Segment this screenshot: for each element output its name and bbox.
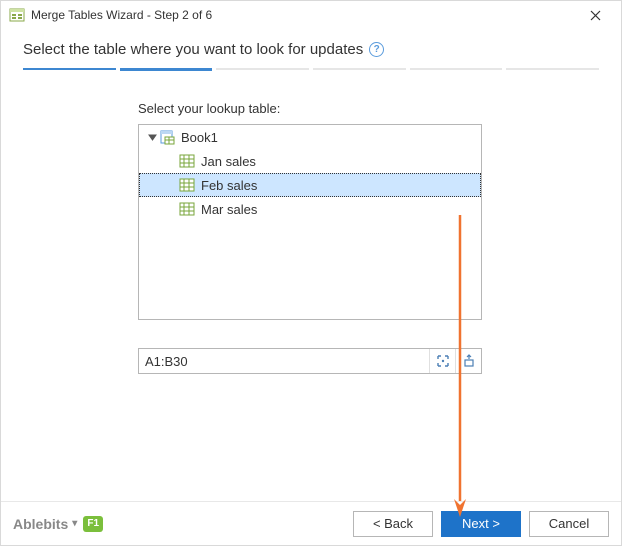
tree-sheet-label: Mar sales <box>201 202 257 217</box>
cancel-button[interactable]: Cancel <box>529 511 609 537</box>
back-button[interactable]: < Back <box>353 511 433 537</box>
lookup-tree: Book1 Jan sales <box>138 124 482 320</box>
tree-book-label: Book1 <box>181 130 218 145</box>
step-seg-1 <box>23 68 116 70</box>
help-icon[interactable]: ? <box>369 42 384 57</box>
step-seg-3 <box>216 68 309 70</box>
tree-sheet-row[interactable]: Feb sales <box>139 173 481 197</box>
tree-book-row[interactable]: Book1 <box>139 125 481 149</box>
collapse-range-button[interactable] <box>429 349 455 373</box>
close-button[interactable] <box>577 3 613 27</box>
worksheet-icon <box>179 201 195 217</box>
tree-sheet-label: Feb sales <box>201 178 257 193</box>
chevron-down-icon: ▾ <box>72 518 77 529</box>
worksheet-icon <box>179 177 195 193</box>
tree-sheet-label: Jan sales <box>201 154 256 169</box>
app-icon <box>9 7 25 23</box>
heading-text: Select the table where you want to look … <box>23 41 363 58</box>
content-area: Select the table where you want to look … <box>1 29 621 374</box>
window-title: Merge Tables Wizard - Step 2 of 6 <box>31 8 577 22</box>
step-seg-6 <box>506 68 599 70</box>
f1-badge[interactable]: F1 <box>83 516 103 532</box>
next-button[interactable]: Next > <box>441 511 521 537</box>
tree-sheet-row[interactable]: Jan sales <box>139 149 481 173</box>
range-row <box>138 348 482 374</box>
brand-label: Ablebits <box>13 516 68 532</box>
footer: Ablebits ▾ F1 < Back Next > Cancel <box>1 501 621 545</box>
titlebar: Merge Tables Wizard - Step 2 of 6 <box>1 1 621 29</box>
brand[interactable]: Ablebits ▾ <box>13 516 77 532</box>
workbook-icon <box>159 129 175 145</box>
range-input[interactable] <box>139 349 429 373</box>
caret-down-icon <box>145 133 159 142</box>
step-seg-5 <box>410 68 503 70</box>
step-seg-2 <box>120 68 213 71</box>
lookup-table-label: Select your lookup table: <box>138 101 599 116</box>
step-progress <box>23 68 599 71</box>
worksheet-icon <box>179 153 195 169</box>
expand-range-button[interactable] <box>455 349 481 373</box>
tree-sheet-row[interactable]: Mar sales <box>139 197 481 221</box>
page-heading: Select the table where you want to look … <box>23 41 599 58</box>
step-seg-4 <box>313 68 406 70</box>
